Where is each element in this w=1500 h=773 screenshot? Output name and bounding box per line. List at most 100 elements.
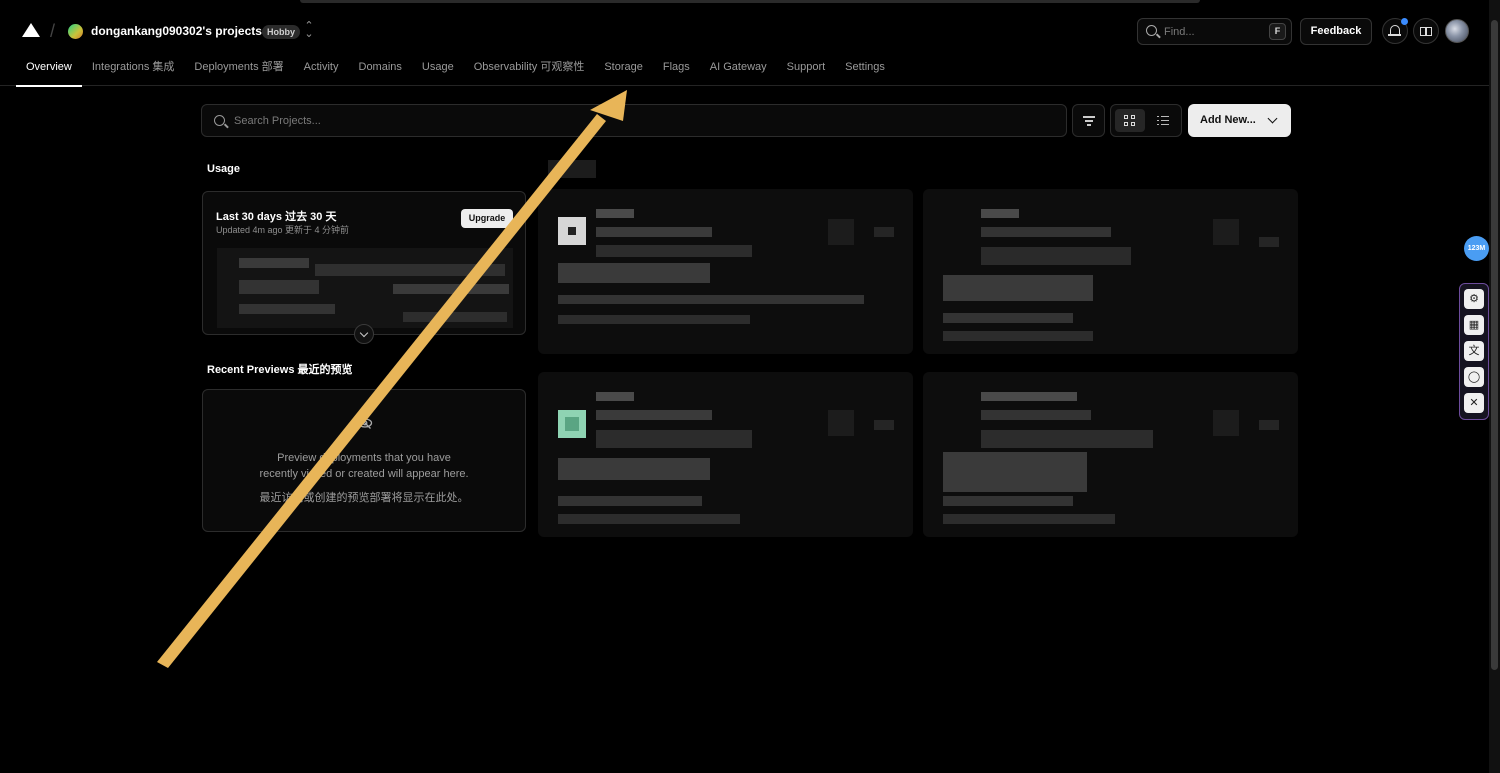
project-date-redacted — [943, 331, 1093, 341]
project-date-redacted — [943, 514, 1115, 524]
team-name[interactable]: dongankang090302's projects — [91, 24, 262, 38]
filter-icon-line — [1087, 124, 1091, 126]
windows-icon[interactable]: ▦ — [1464, 315, 1484, 335]
project-card[interactable] — [538, 189, 913, 354]
add-new-button[interactable]: Add New... — [1188, 104, 1291, 137]
grid-view-button[interactable] — [1115, 109, 1145, 132]
tab-ai-gateway[interactable]: AI Gateway — [700, 52, 777, 86]
list-icon-line — [1161, 116, 1169, 118]
chat-icon[interactable]: ◯ — [1464, 367, 1484, 387]
project-name-redacted — [596, 392, 634, 401]
feedback-button[interactable]: Feedback — [1300, 18, 1372, 45]
list-icon-dot — [1157, 120, 1159, 122]
search-projects-input[interactable] — [234, 105, 1054, 136]
empty-state-line-2: recently visited or created will appear … — [259, 468, 469, 480]
find-input[interactable]: Find... F — [1137, 18, 1292, 45]
project-menu-redacted — [828, 410, 854, 436]
tab-settings[interactable]: Settings — [835, 52, 895, 86]
project-repo-redacted — [596, 245, 752, 257]
project-commit-redacted — [943, 496, 1073, 506]
notifications-button[interactable] — [1382, 18, 1408, 44]
project-avatar-inner — [565, 417, 579, 431]
docs-button[interactable] — [1413, 18, 1439, 44]
project-card[interactable] — [923, 189, 1298, 354]
project-commit-redacted — [558, 295, 864, 304]
filter-icon — [1083, 116, 1095, 118]
scrollbar-thumb[interactable] — [1491, 20, 1498, 670]
filter-icon-line — [1085, 120, 1093, 122]
usage-metric-redacted — [393, 284, 509, 294]
eye-off-icon — [357, 417, 373, 429]
grid-icon-cell — [1124, 122, 1128, 126]
sliders-icon[interactable]: ⚙ — [1464, 289, 1484, 309]
vercel-logo-icon[interactable] — [22, 23, 40, 37]
usage-period-title: Last 30 days 过去 30 天 — [216, 211, 337, 223]
list-view-button[interactable] — [1149, 109, 1179, 132]
usage-metric-redacted — [403, 312, 507, 322]
project-commit-redacted — [943, 452, 1087, 492]
breadcrumb-separator: / — [50, 21, 56, 41]
project-repo-redacted — [981, 247, 1131, 265]
project-url-redacted — [981, 227, 1111, 237]
search-icon — [1146, 25, 1157, 36]
tab-flags[interactable]: Flags — [653, 52, 700, 86]
top-navigation: / dongankang090302's projects Hobby ⌃ ⌄ F… — [0, 0, 1500, 87]
list-icon-line — [1161, 124, 1169, 126]
project-menu-redacted — [874, 420, 894, 430]
usage-metric-redacted — [239, 280, 319, 294]
list-icon — [1157, 116, 1159, 118]
project-name-redacted — [981, 392, 1077, 401]
project-menu-redacted — [1259, 420, 1279, 430]
project-commit-redacted — [558, 496, 702, 506]
project-card[interactable] — [923, 372, 1298, 537]
list-icon-line — [1161, 120, 1169, 122]
tab-support[interactable]: Support — [777, 52, 836, 86]
close-icon[interactable]: ✕ — [1464, 393, 1484, 413]
bell-icon — [1388, 25, 1401, 36]
team-switcher-chevron-icon[interactable]: ⌃ ⌄ — [303, 21, 315, 40]
tab-bar: Overview Integrations 集成 Deployments 部署 … — [16, 52, 895, 87]
tab-usage[interactable]: Usage — [412, 52, 464, 86]
chevron-down-icon — [1267, 113, 1278, 124]
team-avatar[interactable] — [68, 24, 83, 39]
recent-previews-title: Recent Previews 最近的预览 — [207, 364, 353, 376]
notification-dot — [1401, 18, 1408, 25]
search-projects-field[interactable] — [201, 104, 1067, 137]
extension-badge[interactable]: 123M — [1464, 236, 1489, 261]
expand-usage-button[interactable] — [354, 324, 374, 344]
project-card[interactable] — [538, 372, 913, 537]
tab-observability[interactable]: Observability 可观察性 — [464, 52, 595, 86]
grid-icon — [1124, 115, 1128, 119]
project-menu-redacted — [1213, 410, 1239, 436]
find-placeholder: Find... — [1164, 26, 1195, 38]
project-url-redacted — [981, 410, 1091, 420]
upgrade-button[interactable]: Upgrade — [461, 209, 513, 228]
tab-overview[interactable]: Overview — [16, 52, 82, 87]
filter-button[interactable] — [1072, 104, 1105, 137]
project-name-redacted — [596, 209, 634, 218]
view-toggle — [1110, 104, 1182, 137]
page-scrollbar[interactable] — [1489, 0, 1500, 773]
browser-address-strip — [300, 0, 1200, 3]
project-repo-redacted — [981, 430, 1153, 448]
tab-deployments[interactable]: Deployments 部署 — [184, 52, 293, 86]
tab-storage[interactable]: Storage — [594, 52, 653, 86]
project-repo-redacted — [596, 430, 752, 448]
tab-activity[interactable]: Activity — [294, 52, 349, 86]
project-commit-redacted — [558, 263, 710, 283]
plan-badge: Hobby — [262, 25, 300, 39]
add-new-label: Add New... — [1200, 114, 1256, 126]
grid-icon-cell — [1131, 115, 1135, 119]
search-icon — [214, 115, 225, 126]
book-icon — [1420, 27, 1432, 36]
grid-icon-cell — [1131, 122, 1135, 126]
usage-metric-redacted — [239, 304, 335, 314]
project-url-redacted — [596, 410, 712, 420]
project-menu-redacted — [874, 227, 894, 237]
translate-icon[interactable]: 文 — [1464, 341, 1484, 361]
recent-previews-empty-state: Preview deployments that you have recent… — [202, 389, 526, 532]
project-menu-redacted — [1213, 219, 1239, 245]
tab-integrations[interactable]: Integrations 集成 — [82, 52, 185, 86]
user-avatar[interactable] — [1445, 19, 1469, 43]
tab-domains[interactable]: Domains — [349, 52, 412, 86]
